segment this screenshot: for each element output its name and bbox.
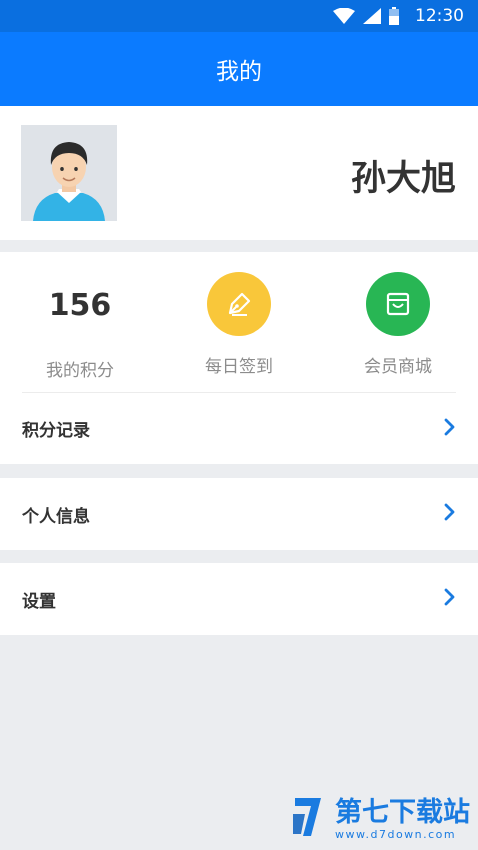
app-bar: 我的	[0, 32, 478, 106]
personal-info-label: 个人信息	[22, 506, 90, 527]
user-name: 孙大旭	[350, 159, 456, 199]
battery-icon	[389, 7, 399, 25]
shopping-bag-icon	[366, 272, 430, 336]
wifi-icon	[333, 8, 355, 24]
avatar[interactable]	[21, 125, 117, 221]
status-time: 12:30	[415, 6, 464, 26]
chevron-right-icon	[444, 503, 456, 525]
watermark: 第七下载站 www.d7down.com	[291, 794, 470, 844]
settings-label: 设置	[22, 591, 56, 612]
pen-icon	[207, 272, 271, 336]
member-mall-button[interactable]: 会员商城	[318, 272, 478, 382]
mall-label: 会员商城	[364, 357, 432, 377]
watermark-logo-icon	[291, 794, 329, 844]
checkin-label: 每日签到	[205, 357, 273, 377]
signal-icon	[363, 8, 381, 24]
chevron-right-icon	[444, 418, 456, 440]
page-title: 我的	[216, 59, 262, 85]
menu-item-points-record[interactable]: 积分记录	[0, 393, 478, 464]
status-bar: 12:30	[0, 0, 478, 32]
daily-checkin-button[interactable]: 每日签到	[159, 272, 319, 382]
points-label: 我的积分	[46, 361, 114, 381]
menu-item-personal-info[interactable]: 个人信息	[0, 478, 478, 550]
watermark-url: www.d7down.com	[335, 827, 457, 841]
chevron-right-icon	[444, 588, 456, 610]
profile-card: 孙大旭	[0, 106, 478, 240]
stats-panel: 156 我的积分 每日签到 会员商城 积分记录	[0, 252, 478, 464]
menu-item-settings[interactable]: 设置	[0, 563, 478, 635]
points-record-label: 积分记录	[22, 421, 90, 441]
avatar-person-icon	[21, 125, 117, 221]
my-points[interactable]: 156 我的积分	[0, 272, 160, 382]
watermark-name: 第七下载站	[335, 796, 470, 828]
points-value: 156	[48, 287, 112, 323]
